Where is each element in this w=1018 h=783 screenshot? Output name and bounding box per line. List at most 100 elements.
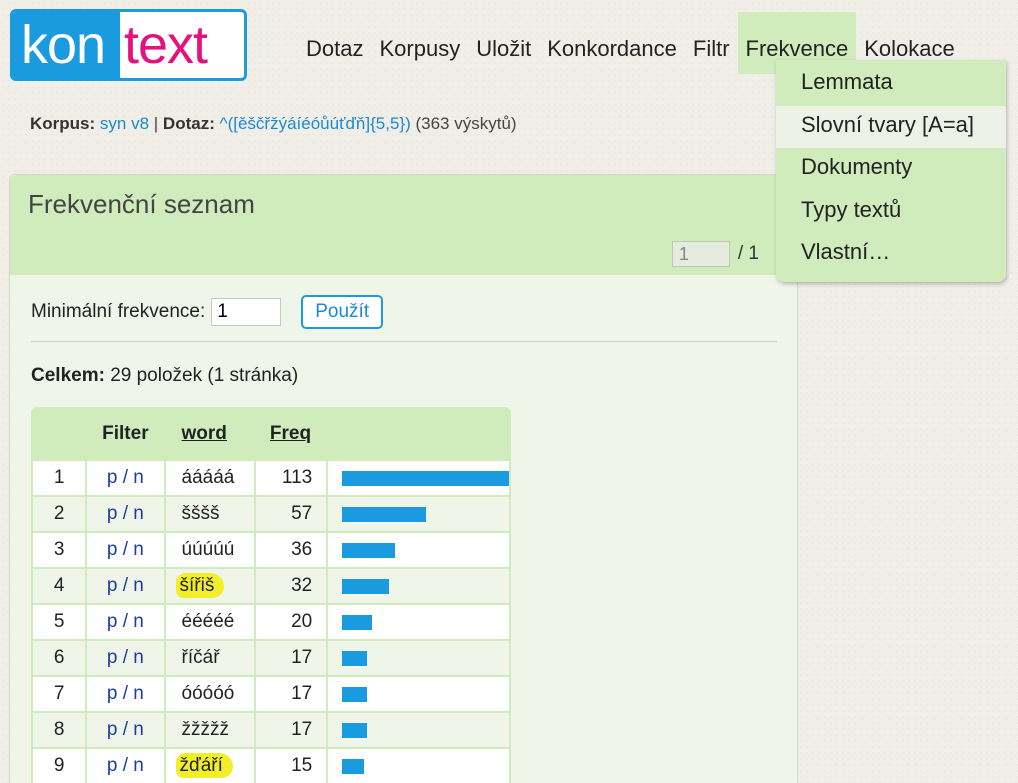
table-row: 4p / n šířiš 32 bbox=[33, 569, 509, 603]
menu-item-ulozit[interactable]: Uložit bbox=[468, 12, 539, 74]
logo-part-text: text bbox=[120, 12, 244, 78]
row-filter: p / n bbox=[87, 461, 164, 495]
filter-negative-link[interactable]: n bbox=[133, 539, 144, 560]
dropdown-item-typy-textu[interactable]: Typy textů bbox=[776, 191, 1006, 234]
dropdown-item-dokumenty[interactable]: Dokumenty bbox=[776, 148, 1006, 191]
row-bar-cell bbox=[328, 749, 509, 783]
row-number: 2 bbox=[33, 497, 86, 531]
page-input[interactable] bbox=[671, 241, 730, 267]
row-number: 3 bbox=[33, 533, 86, 567]
row-bar-cell bbox=[328, 713, 509, 747]
filter-separator: / bbox=[117, 755, 134, 776]
row-filter: p / n bbox=[87, 713, 164, 747]
filter-separator: / bbox=[117, 611, 134, 632]
row-freq: 17 bbox=[255, 641, 327, 675]
logo-part-kon: kon bbox=[13, 12, 120, 78]
row-bar-cell bbox=[328, 461, 509, 495]
table-row: 3p / n úúúúú 36 bbox=[33, 533, 509, 567]
word-value: ááááá bbox=[181, 467, 235, 488]
word-value: ééééé bbox=[181, 611, 235, 632]
filter-positive-link[interactable]: p bbox=[107, 719, 118, 740]
filter-positive-link[interactable]: p bbox=[107, 575, 118, 596]
query-label: Dotaz: bbox=[162, 114, 215, 133]
header-freq-sort[interactable]: Freq bbox=[256, 409, 326, 459]
row-freq: 32 bbox=[255, 569, 327, 603]
apply-button[interactable]: Použít bbox=[301, 295, 384, 329]
table-row: 5p / n ééééé 20 bbox=[33, 605, 509, 639]
filter-separator: / bbox=[117, 503, 134, 524]
frequency-bar bbox=[342, 506, 427, 522]
menu-item-konkordance[interactable]: Konkordance bbox=[539, 12, 685, 74]
filter-positive-link[interactable]: p bbox=[107, 647, 118, 668]
row-filter: p / n bbox=[87, 497, 164, 531]
kontext-logo[interactable]: kon text bbox=[10, 9, 247, 81]
row-freq: 36 bbox=[255, 533, 327, 567]
pager: / 1 bbox=[671, 241, 759, 267]
row-word: ááááá bbox=[165, 461, 254, 495]
filter-negative-link[interactable]: n bbox=[133, 575, 144, 596]
filter-positive-link[interactable]: p bbox=[107, 467, 118, 488]
frequency-bar bbox=[342, 650, 368, 666]
frequency-bar bbox=[342, 758, 365, 774]
row-number: 1 bbox=[33, 461, 86, 495]
filter-positive-link[interactable]: p bbox=[107, 683, 118, 704]
row-number: 5 bbox=[33, 605, 86, 639]
row-word: žžžžž bbox=[165, 713, 254, 747]
row-bar-cell bbox=[328, 677, 509, 711]
header-word-sort[interactable]: word bbox=[166, 409, 254, 459]
frequency-panel: Frekvenční seznam / 1 Minimální frekvenc… bbox=[9, 174, 798, 783]
corpus-link[interactable]: syn v8 bbox=[100, 114, 149, 133]
row-freq: 113 bbox=[255, 461, 327, 495]
table-row: 7p / n óóóóó 17 bbox=[33, 677, 509, 711]
filter-positive-link[interactable]: p bbox=[107, 755, 118, 776]
filter-positive-link[interactable]: p bbox=[107, 503, 118, 524]
row-number: 9 bbox=[33, 749, 86, 783]
total-label: Celkem: bbox=[31, 365, 105, 386]
corpus-label: Korpus: bbox=[30, 114, 96, 133]
row-freq: 17 bbox=[255, 713, 327, 747]
row-number: 6 bbox=[33, 641, 86, 675]
dropdown-item-slovni-tvary[interactable]: Slovní tvary [A=a] bbox=[776, 105, 1006, 149]
filter-separator: / bbox=[117, 467, 134, 488]
table-row: 2p / n šššš 57 bbox=[33, 497, 509, 531]
header-bar bbox=[328, 409, 509, 459]
filter-negative-link[interactable]: n bbox=[133, 611, 144, 632]
menu-item-korpusy[interactable]: Korpusy bbox=[371, 12, 468, 74]
frequency-bar bbox=[342, 578, 390, 594]
divider bbox=[31, 341, 777, 342]
row-freq: 15 bbox=[255, 749, 327, 783]
filter-positive-link[interactable]: p bbox=[107, 611, 118, 632]
frequency-bar bbox=[342, 542, 396, 558]
filter-negative-link[interactable]: n bbox=[133, 755, 144, 776]
frequency-table: Filter word Freq 1p / n ááááá 113 2 p / n ššš… bbox=[31, 407, 511, 783]
word-value: říčář bbox=[181, 647, 220, 668]
row-bar-cell bbox=[328, 533, 509, 567]
row-number: 7 bbox=[33, 677, 86, 711]
min-frequency-input[interactable] bbox=[211, 298, 282, 326]
filter-negative-link[interactable]: n bbox=[133, 503, 144, 524]
row-bar-cell bbox=[328, 605, 509, 639]
frequency-bar bbox=[342, 686, 368, 702]
filter-separator: / bbox=[117, 719, 134, 740]
row-filter: p / n bbox=[87, 641, 164, 675]
dropdown-item-lemmata[interactable]: Lemmata bbox=[776, 63, 1006, 106]
panel-title: Frekvenční seznam bbox=[28, 189, 255, 219]
row-word: óóóóó bbox=[165, 677, 254, 711]
frekvence-dropdown: Lemmata Slovní tvary [A=a] Dokumenty Typ… bbox=[776, 60, 1006, 282]
dropdown-item-vlastni[interactable]: Vlastní… bbox=[776, 233, 1006, 276]
filter-positive-link[interactable]: p bbox=[107, 539, 118, 560]
row-filter: p / n bbox=[87, 677, 164, 711]
filter-negative-link[interactable]: n bbox=[133, 467, 144, 488]
filter-negative-link[interactable]: n bbox=[133, 719, 144, 740]
menu-item-filtr[interactable]: Filtr bbox=[685, 12, 738, 74]
row-word: ééééé bbox=[165, 605, 254, 639]
table-row: 9p / n žďáří 15 bbox=[33, 749, 509, 783]
row-filter: p / n bbox=[87, 749, 164, 783]
row-word: šířiš bbox=[165, 569, 254, 603]
menu-item-dotaz[interactable]: Dotaz bbox=[298, 12, 371, 74]
word-value: úúúúú bbox=[181, 539, 235, 560]
filter-negative-link[interactable]: n bbox=[133, 683, 144, 704]
query-link[interactable]: ^([ěščřžýáíéóůúťďň]{5,5}) bbox=[220, 114, 411, 133]
page-total: / 1 bbox=[737, 243, 759, 264]
filter-negative-link[interactable]: n bbox=[133, 647, 144, 668]
